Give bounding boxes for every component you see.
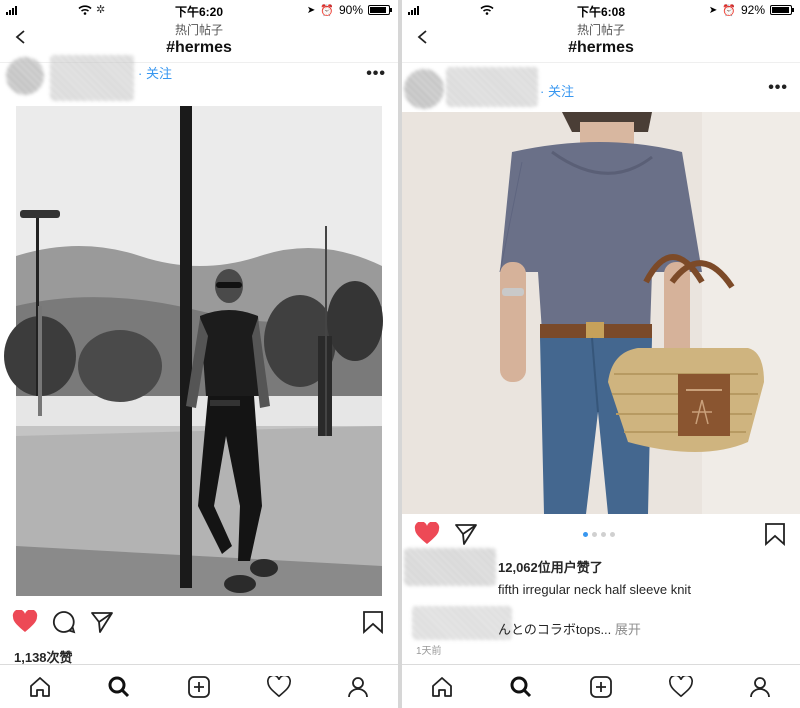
post-header: · 关注 ••• — [402, 62, 800, 112]
carousel-dot — [601, 532, 606, 537]
home-icon — [431, 676, 452, 697]
post-image — [402, 112, 800, 514]
nav-subtitle: 热门帖子 — [174, 23, 223, 37]
caption-line: んとのコラボtops... 展开 — [498, 619, 641, 638]
more-horizontal-icon[interactable]: ••• — [768, 79, 788, 97]
tab-add[interactable] — [186, 674, 212, 700]
carousel-dot — [610, 532, 615, 537]
bookmark-icon[interactable] — [764, 522, 786, 546]
tab-home[interactable] — [27, 674, 53, 700]
tab-search[interactable] — [106, 674, 132, 700]
battery-icon — [368, 5, 392, 15]
heart-filled-icon[interactable] — [12, 610, 38, 634]
heart-outline-icon — [266, 675, 291, 697]
search-icon — [510, 676, 532, 697]
profile-icon — [348, 676, 369, 697]
battery-percent: 90% — [338, 3, 363, 17]
location-icon: ➤ — [306, 4, 316, 16]
liker-avatars — [404, 548, 496, 586]
location-icon: ➤ — [708, 4, 718, 16]
caption-username[interactable] — [412, 606, 512, 640]
chevron-left-icon[interactable] — [416, 30, 430, 44]
username[interactable] — [50, 55, 134, 101]
post-timestamp: 1天前 — [416, 646, 442, 657]
battery-percent: 92% — [740, 3, 765, 17]
more-horizontal-icon[interactable]: ••• — [366, 65, 386, 83]
avatar[interactable] — [404, 69, 444, 109]
action-bar — [402, 516, 800, 552]
post-header: · 关注 ••• — [0, 55, 398, 102]
carousel-dot — [592, 532, 597, 537]
heart-outline-icon — [668, 675, 693, 697]
nav-subtitle: 热门帖子 — [576, 23, 625, 37]
post-photo[interactable] — [402, 112, 800, 514]
caption-text: んとのコラボtops... — [498, 622, 612, 637]
left-screen: ✲ 下午6:20 ➤ ⏰ 90% 热门帖子 #hermes · 关注 ••• 1… — [0, 0, 398, 708]
profile-icon — [750, 676, 771, 697]
caption-expand-link[interactable]: 展开 — [615, 622, 641, 637]
tab-activity[interactable] — [668, 674, 694, 700]
add-post-icon — [590, 675, 612, 698]
add-post-icon — [188, 675, 210, 698]
send-icon[interactable] — [90, 610, 114, 634]
chevron-left-icon[interactable] — [14, 30, 28, 44]
username[interactable] — [446, 67, 538, 107]
status-bar: 下午6:08 ➤ ⏰ 92% — [402, 0, 800, 20]
carousel-dot — [583, 532, 588, 537]
nav-title: #hermes — [568, 39, 634, 56]
tab-profile[interactable] — [747, 674, 773, 700]
caption-line: fifth irregular neck half sleeve knit — [498, 582, 691, 597]
follow-button[interactable]: · 关注 — [540, 81, 574, 100]
tab-bar — [0, 664, 398, 708]
post-image — [0, 106, 398, 596]
nav-header: 热门帖子 #hermes — [402, 20, 800, 62]
follow-button[interactable]: · 关注 — [138, 63, 172, 82]
tab-home[interactable] — [429, 674, 455, 700]
bookmark-icon[interactable] — [362, 610, 384, 634]
status-bar: ✲ 下午6:20 ➤ ⏰ 90% — [0, 0, 398, 20]
right-screen: 下午6:08 ➤ ⏰ 92% 热门帖子 #hermes · 关注 ••• 12,… — [402, 0, 800, 708]
tab-profile[interactable] — [345, 674, 371, 700]
like-count[interactable]: 12,062位用户赞了 — [498, 557, 603, 576]
battery-icon — [770, 5, 794, 15]
comment-icon[interactable] — [52, 610, 76, 634]
tab-activity[interactable] — [266, 674, 292, 700]
tab-add[interactable] — [588, 674, 614, 700]
alarm-icon: ⏰ — [320, 4, 334, 17]
alarm-icon: ⏰ — [722, 4, 736, 17]
heart-filled-icon[interactable] — [414, 522, 440, 546]
send-icon[interactable] — [454, 522, 478, 546]
post-photo[interactable] — [0, 106, 398, 596]
search-icon — [108, 676, 130, 697]
avatar[interactable] — [6, 57, 44, 95]
home-icon — [29, 676, 50, 697]
carousel-indicator — [583, 532, 615, 537]
action-bar — [0, 604, 398, 640]
tab-bar — [402, 664, 800, 708]
tab-search[interactable] — [508, 674, 534, 700]
